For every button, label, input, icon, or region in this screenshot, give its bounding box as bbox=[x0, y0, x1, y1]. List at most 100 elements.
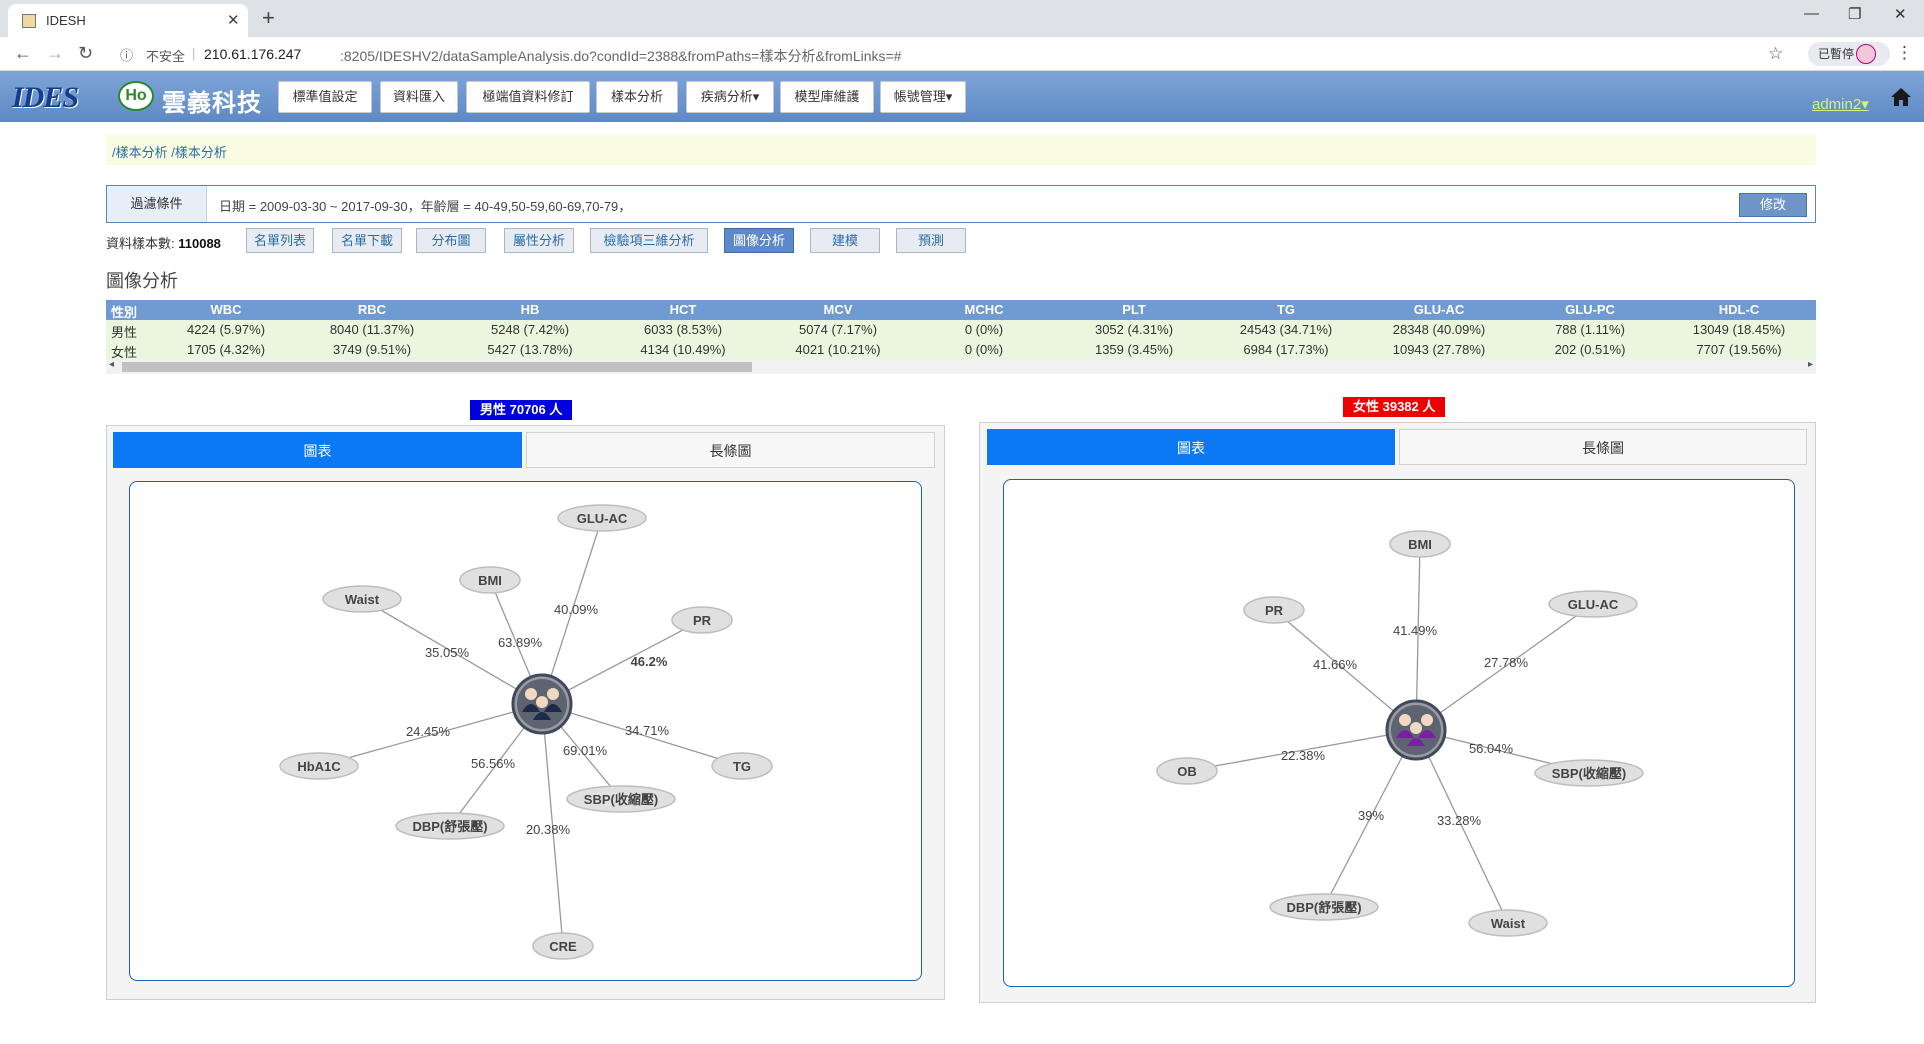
info-icon[interactable]: ⓘ bbox=[120, 45, 133, 64]
graph-node[interactable]: BMI bbox=[459, 566, 521, 594]
r1-cell: 3749 (9.51%) bbox=[332, 342, 412, 357]
url-path[interactable]: :8205/IDESHV2/dataSampleAnalysis.do?cond… bbox=[340, 46, 901, 66]
graph-node[interactable]: GLU-AC bbox=[1548, 590, 1638, 618]
menu-outlier-correction[interactable]: 極端值資料修訂 bbox=[466, 81, 590, 113]
home-icon[interactable] bbox=[1890, 87, 1912, 107]
forward-icon[interactable]: → bbox=[46, 43, 64, 64]
graph-node[interactable]: BMI bbox=[1389, 530, 1451, 558]
female-network-graph: 41.49% 41.66% 27.78% 22.38% 56.04% 33.28% 39% B… bbox=[1156, 530, 1644, 937]
graph-node-label: GLU-AC bbox=[1568, 597, 1619, 612]
sample-count-value: 110088 bbox=[178, 236, 221, 251]
distribution-button[interactable]: 分布圖 bbox=[416, 228, 486, 253]
male-chart-box: 40.09% 63.89% 35.05% 46.2% 34.71% 69.01% 20.38… bbox=[129, 481, 922, 981]
table-header-cell: HCT bbox=[669, 302, 697, 317]
menu-disease-analysis[interactable]: 疾病分析▾ bbox=[686, 81, 774, 113]
table-header-cell: MCHC bbox=[964, 302, 1004, 317]
url-host[interactable]: 210.61.176.247 bbox=[204, 46, 301, 62]
graph-node[interactable]: Waist bbox=[1468, 909, 1548, 937]
female-tab-bar-chart[interactable]: 長條圖 bbox=[1399, 429, 1807, 465]
browser-tab[interactable]: IDESH ✕ bbox=[8, 4, 248, 37]
menu-standard-values[interactable]: 標準值設定 bbox=[278, 81, 372, 113]
menu-model-maintenance[interactable]: 模型庫維護 bbox=[780, 81, 874, 113]
close-window-icon[interactable]: ✕ bbox=[1894, 5, 1907, 23]
r1-cell: 7707 (19.56%) bbox=[1696, 342, 1782, 357]
graph-node[interactable]: Waist bbox=[322, 585, 402, 613]
table-header-cell: TG bbox=[1276, 302, 1296, 317]
image-analysis-button[interactable]: 圖像分析 bbox=[724, 228, 794, 253]
table-header-cell: WBC bbox=[210, 302, 242, 317]
r0-cell: 5074 (7.17%) bbox=[798, 322, 878, 337]
edge-percent-label: 56.56% bbox=[471, 756, 516, 771]
graph-node[interactable]: HbA1C bbox=[279, 752, 359, 780]
female-tab-chart[interactable]: 圖表 bbox=[987, 429, 1395, 465]
name-list-button[interactable]: 名單列表 bbox=[246, 228, 314, 253]
edge-percent-label: 56.04% bbox=[1469, 741, 1514, 756]
filter-bar: 過濾條件 日期 = 2009-03-30 ~ 2017-09-30，年齡層 = … bbox=[106, 185, 1816, 223]
male-network-graph: 40.09% 63.89% 35.05% 46.2% 34.71% 69.01% 20.38… bbox=[279, 504, 773, 960]
profile-avatar[interactable] bbox=[1856, 44, 1876, 64]
male-tab-chart[interactable]: 圖表 bbox=[113, 432, 522, 468]
graph-node[interactable]: CRE bbox=[532, 932, 594, 960]
r1-cell: 6984 (17.73%) bbox=[1243, 342, 1329, 357]
graph-node[interactable]: DBP(舒張壓) bbox=[395, 812, 505, 840]
graph-node-label: PR bbox=[1265, 603, 1284, 618]
breadcrumb-link[interactable]: /樣本分析 /樣本分析 bbox=[112, 142, 227, 161]
close-tab-icon[interactable]: ✕ bbox=[227, 11, 240, 29]
graph-node[interactable]: PR bbox=[1243, 596, 1305, 624]
r1-cell: 4021 (10.21%) bbox=[795, 342, 881, 357]
app-header: IDES Ho 雲義科技 標準值設定 資料匯入 極端值資料修訂 樣本分析 疾病分… bbox=[0, 71, 1924, 122]
graph-node[interactable]: TG bbox=[711, 752, 773, 780]
tab-title: IDESH bbox=[46, 13, 86, 28]
reload-icon[interactable]: ↻ bbox=[78, 43, 93, 64]
predict-button[interactable]: 預測 bbox=[896, 228, 966, 253]
r1-cell: 10943 (27.78%) bbox=[1392, 342, 1486, 357]
graph-node[interactable]: PR bbox=[671, 606, 733, 634]
edge-percent-label: 35.05% bbox=[425, 645, 470, 660]
r0-cell: 3052 (4.31%) bbox=[1094, 322, 1174, 337]
edit-filter-button[interactable]: 修改 bbox=[1739, 193, 1807, 217]
r0-cell: 4224 (5.97%) bbox=[186, 322, 266, 337]
graph-node-label: TG bbox=[733, 759, 751, 774]
menu-sample-analysis[interactable]: 樣本分析 bbox=[596, 81, 678, 113]
bookmark-star-icon[interactable]: ☆ bbox=[1768, 44, 1783, 64]
table-header-cell: HB bbox=[520, 302, 540, 317]
scroll-thumb[interactable] bbox=[122, 362, 752, 372]
attribute-analysis-button[interactable]: 屬性分析 bbox=[504, 228, 574, 253]
graph-node-label: SBP(收縮壓) bbox=[584, 792, 658, 807]
browser-tabbar: IDESH ✕ + — ❐ ✕ bbox=[0, 0, 1924, 37]
graph-node-label: OB bbox=[1177, 764, 1197, 779]
r0-cell: 5248 (7.42%) bbox=[490, 322, 570, 337]
table-row-female: 女性 1705 (4.32%) 3749 (9.51%) 5427 (13.78%) 4… bbox=[106, 340, 1816, 360]
logo-ides[interactable]: IDES bbox=[12, 81, 79, 115]
edge-percent-label: 40.09% bbox=[554, 602, 599, 617]
graph-node[interactable]: OB bbox=[1156, 757, 1218, 785]
menu-account-management[interactable]: 帳號管理▾ bbox=[880, 81, 966, 113]
graph-node-label: Waist bbox=[1491, 916, 1526, 931]
table-header-cell: GLU-AC bbox=[1413, 302, 1465, 317]
scroll-right-icon[interactable]: ▸ bbox=[1808, 359, 1813, 370]
female-chart-box: 41.49% 41.66% 27.78% 22.38% 56.04% 33.28% 39% B… bbox=[1003, 479, 1795, 987]
profile-paused-chip[interactable]: 已暫停 bbox=[1808, 42, 1891, 66]
filter-label: 過濾條件 bbox=[107, 186, 207, 222]
graph-node[interactable]: DBP(舒張壓) bbox=[1269, 893, 1379, 921]
name-download-button[interactable]: 名單下載 bbox=[332, 228, 402, 253]
table-header-cell: PLT bbox=[1122, 302, 1146, 317]
restore-icon[interactable]: ❐ bbox=[1848, 5, 1861, 23]
menu-kebab-icon[interactable]: ⋮ bbox=[1896, 43, 1913, 63]
minimize-icon[interactable]: — bbox=[1804, 5, 1819, 22]
new-tab-icon[interactable]: + bbox=[262, 5, 275, 31]
male-tab-bar-chart[interactable]: 長條圖 bbox=[526, 432, 935, 468]
breadcrumb: /樣本分析 /樣本分析 bbox=[106, 135, 1816, 165]
table-scrollbar[interactable]: ◂ ▸ bbox=[106, 359, 1816, 374]
edge-percent-label: 27.78% bbox=[1484, 655, 1529, 670]
build-model-button[interactable]: 建模 bbox=[810, 228, 880, 253]
graph-node[interactable]: SBP(收縮壓) bbox=[1534, 759, 1644, 787]
menu-data-import[interactable]: 資料匯入 bbox=[380, 81, 458, 113]
graph-node-label: DBP(舒張壓) bbox=[1286, 900, 1361, 915]
graph-node[interactable]: SBP(收縮壓) bbox=[566, 785, 676, 813]
graph-node[interactable]: GLU-AC bbox=[557, 504, 647, 532]
back-icon[interactable]: ← bbox=[14, 43, 32, 64]
3d-analysis-button[interactable]: 檢驗項三維分析 bbox=[590, 228, 708, 253]
scroll-left-icon[interactable]: ◂ bbox=[109, 359, 114, 370]
user-menu[interactable]: admin2▾ bbox=[1812, 95, 1869, 113]
